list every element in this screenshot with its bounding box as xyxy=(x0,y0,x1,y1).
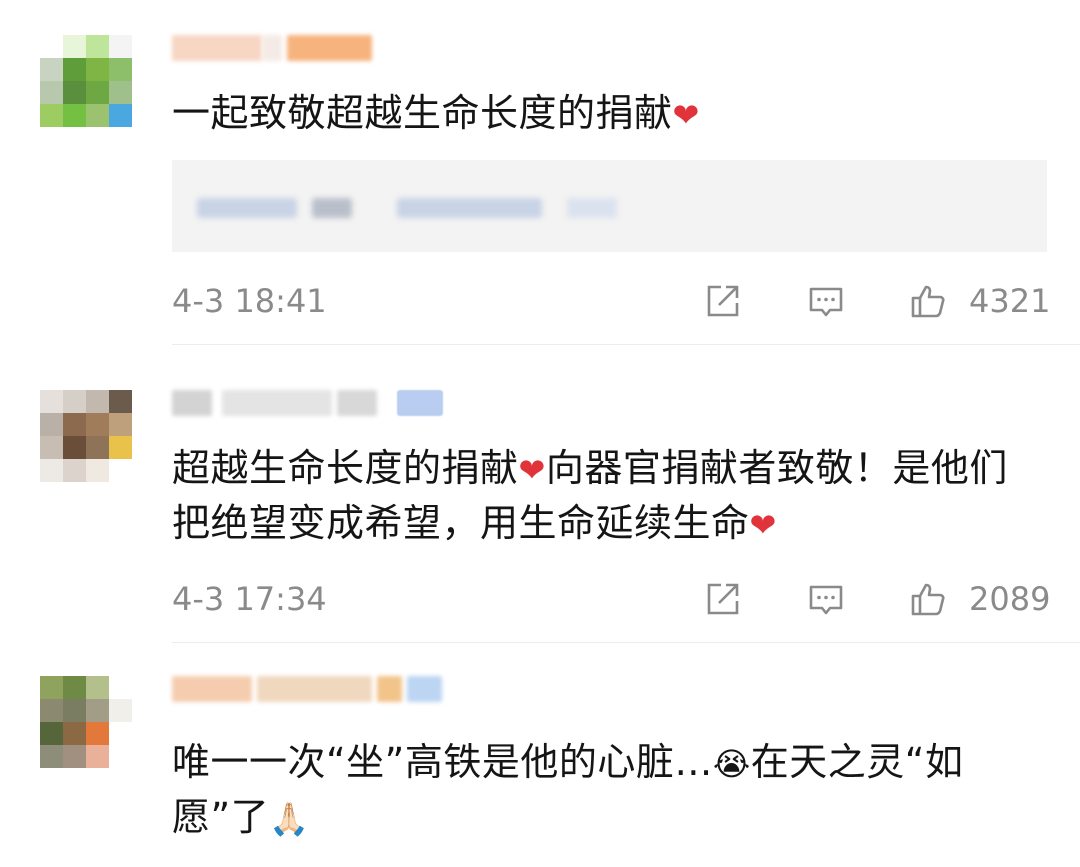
crying-emoji: 😭 xyxy=(712,745,751,783)
comment-text: 一起致敬超越生命长度的捐献❤ xyxy=(172,91,700,135)
avatar[interactable] xyxy=(40,390,132,482)
timestamp: 4-3 17:34 xyxy=(172,580,327,618)
comment-text: 超越生命长度的捐献❤向器官捐献者致敬！是他们把绝望变成希望，用生命延续生命❤ xyxy=(172,446,1008,545)
heart-emoji: ❤ xyxy=(749,506,777,544)
username[interactable] xyxy=(172,35,372,61)
comment-icon[interactable] xyxy=(806,281,846,321)
timestamp: 4-3 18:41 xyxy=(172,282,327,320)
quoted-reply-box[interactable] xyxy=(172,160,1047,252)
share-icon[interactable] xyxy=(702,579,742,619)
comment-item: 唯一一次“坐”高铁是他的心脏…😭在天之灵“如愿”了🙏🏻 xyxy=(0,643,1080,867)
comment-text: 唯一一次“坐”高铁是他的心脏…😭在天之灵“如愿”了🙏🏻 xyxy=(172,740,964,839)
username[interactable] xyxy=(172,676,442,702)
avatar[interactable] xyxy=(40,676,132,768)
avatar[interactable] xyxy=(40,35,132,127)
comment-meta: 4-3 18:41 4321 xyxy=(172,281,1050,321)
comment-icon[interactable] xyxy=(806,579,846,619)
like-count: 4321 xyxy=(969,282,1051,320)
thumbs-up-icon[interactable] xyxy=(908,579,948,619)
heart-emoji: ❤ xyxy=(672,96,700,134)
heart-emoji: ❤ xyxy=(518,451,546,489)
comment-item: 超越生命长度的捐献❤向器官捐献者致敬！是他们把绝望变成希望，用生命延续生命❤ 4… xyxy=(0,345,1080,643)
verified-badge xyxy=(397,390,443,416)
comment-item: 一起致敬超越生命长度的捐献❤ 4-3 18:41 4321 xyxy=(0,0,1080,345)
praying-hands-emoji: 🙏🏻 xyxy=(269,800,310,838)
thumbs-up-icon[interactable] xyxy=(908,281,948,321)
like-count: 2089 xyxy=(969,580,1051,618)
share-icon[interactable] xyxy=(702,281,742,321)
comment-meta: 4-3 17:34 2089 xyxy=(172,579,1050,619)
